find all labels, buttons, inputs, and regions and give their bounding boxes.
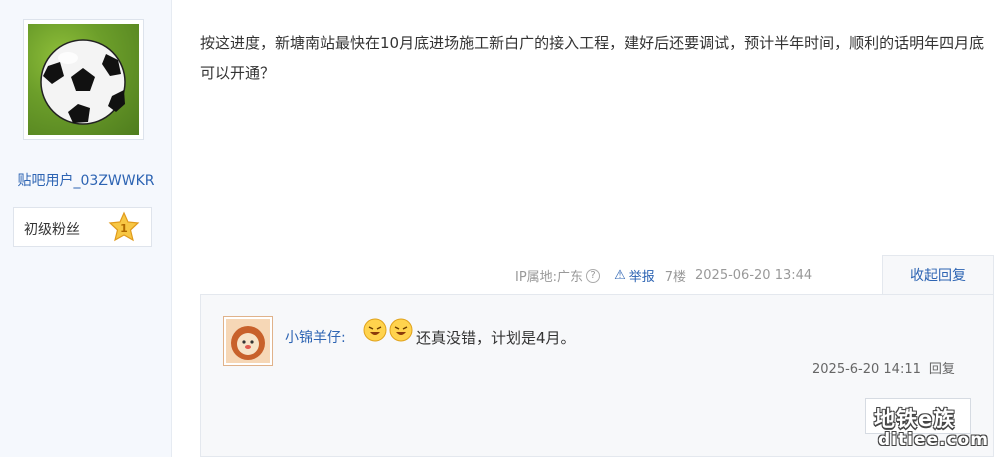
post-time: 2025-06-20 13:44 xyxy=(695,268,813,283)
reply-meta: 2025-6-20 14:11 回复 xyxy=(812,358,955,377)
star-level-number: 1 xyxy=(120,222,128,235)
ip-location: IP属地:广东 xyxy=(515,270,584,285)
reply-text: 还真没错，计划是4月。 xyxy=(416,329,576,347)
author-username[interactable]: 贴吧用户_03ZWWKR xyxy=(0,170,172,190)
watermark-line2: ditiee.com xyxy=(878,430,989,450)
fan-level-label: 初级粉丝 xyxy=(24,222,80,238)
post-content: 按这进度，新塘南站最快在10月底进场施工新白广的接入工程，建好后还要调试，预计半… xyxy=(200,34,985,82)
fan-level-badge[interactable]: 初级粉丝 1 xyxy=(13,207,152,247)
watermark-line1: 地铁e族 xyxy=(874,407,956,431)
reply-time: 2025-6-20 14:11 xyxy=(812,362,921,377)
reply-username[interactable]: 小锦羊仔: xyxy=(285,327,346,347)
soccer-ball-icon xyxy=(28,24,139,135)
reply-button[interactable]: 回复 xyxy=(929,362,955,377)
laughing-emoji-icon xyxy=(363,318,387,342)
lion-icon xyxy=(226,319,270,363)
report-label: 举报 xyxy=(628,270,655,285)
post-meta: IP属地:广东? ⚠ 举报 7楼 2025-06-20 13:44 xyxy=(515,266,812,285)
star-level-icon: 1 xyxy=(108,211,140,242)
site-watermark: 地铁e族 ditiee.com xyxy=(868,400,998,456)
report-link[interactable]: ⚠ 举报 xyxy=(614,266,655,285)
reply-avatar[interactable] xyxy=(223,316,273,366)
help-icon[interactable]: ? xyxy=(586,268,601,283)
laughing-emoji-icon xyxy=(389,318,413,342)
collapse-replies-button[interactable]: 收起回复 xyxy=(882,255,994,295)
floor-number: 7楼 xyxy=(664,270,687,285)
author-avatar[interactable] xyxy=(23,19,144,140)
warning-icon: ⚠ xyxy=(614,268,626,283)
author-sidebar: 贴吧用户_03ZWWKR 初级粉丝 1 xyxy=(0,0,172,457)
